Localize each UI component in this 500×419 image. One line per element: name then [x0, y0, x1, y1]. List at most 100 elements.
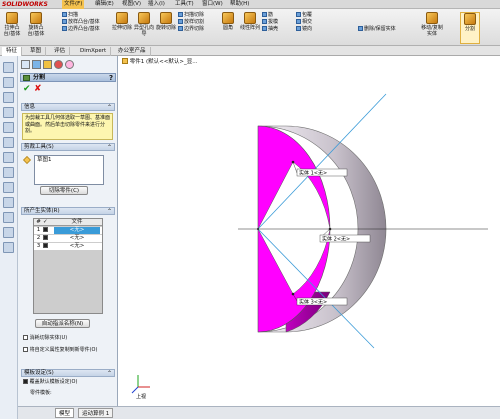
hole-wizard-button[interactable]: 异型孔向导	[134, 12, 154, 44]
extrude-cut-button[interactable]: 拉伸切除	[112, 12, 132, 44]
display-manager-icon[interactable]	[65, 60, 74, 69]
dimxpert-icon[interactable]	[54, 60, 63, 69]
move-copy-icon	[426, 12, 438, 24]
shell-icon	[262, 26, 267, 31]
fillet-icon	[222, 12, 234, 24]
mirror-button[interactable]: 镜向	[296, 26, 356, 33]
revolve-icon	[30, 12, 42, 24]
boundary-cut-button[interactable]: 边界切除	[178, 26, 218, 33]
sweep-button[interactable]: 扫描	[62, 12, 112, 19]
menu-edit[interactable]: 编辑(E)	[95, 0, 114, 9]
auto-assign-names-button[interactable]: 自动指派名称(N)	[35, 319, 90, 328]
linear-pattern-button[interactable]: 线性阵列	[240, 12, 260, 44]
strip-icon-11[interactable]	[3, 212, 14, 223]
message-box: 为剪裁工具几何体选取一草图、基准面或曲面。然后单击切除零件来进行分割。	[22, 113, 113, 140]
tools-section-header[interactable]: 剪裁工具(S) ⌃	[21, 143, 115, 151]
intersect-icon	[296, 19, 301, 24]
ok-icon[interactable]: ✔	[23, 85, 31, 94]
body-checkbox[interactable]	[43, 227, 48, 232]
loft-cut-icon	[178, 19, 183, 24]
mirror-icon	[296, 26, 301, 31]
message-section-header[interactable]: 信息 ⌃	[21, 103, 115, 111]
split-feature-icon	[23, 75, 30, 81]
sweep-cut-button[interactable]: 扫描切除	[178, 12, 218, 19]
strip-icon-7[interactable]	[3, 152, 14, 163]
collapse-icon: ⌃	[106, 208, 112, 215]
move-copy-body-button[interactable]: 移动/复制实体	[420, 12, 444, 44]
tab-office[interactable]: 办公室产品	[114, 47, 151, 56]
app-logo: SOLIDWORKS	[2, 1, 48, 8]
revolve-boss-button[interactable]: 旋转凸台/基体	[26, 12, 46, 44]
tab-evaluate[interactable]: 评估	[50, 47, 71, 56]
strip-icon-2[interactable]	[3, 77, 14, 88]
menu-insert[interactable]: 插入(I)	[148, 0, 165, 9]
boundary-cut-icon	[178, 26, 183, 31]
hole-icon	[138, 12, 150, 24]
model-viewport[interactable]: 实体 1<无> 实体 2<无> 实体 3<无> 上视	[118, 56, 500, 406]
strip-icon-10[interactable]	[3, 197, 14, 208]
revolve-cut-button[interactable]: 旋转切除	[156, 12, 176, 44]
body-checkbox[interactable]	[43, 235, 48, 240]
template-section-header[interactable]: 模板设定(S) ⌃	[21, 369, 115, 377]
menu-view[interactable]: 视图(V)	[122, 0, 141, 9]
tab-model[interactable]: 模型	[55, 408, 75, 418]
strip-icon-12[interactable]	[3, 227, 14, 238]
delete-body-button[interactable]: 删除/保留实体	[358, 26, 408, 33]
draft-button[interactable]: 拔模	[262, 19, 296, 26]
property-manager-icon[interactable]	[32, 60, 41, 69]
trim-tools-list[interactable]: 草图1	[34, 155, 104, 185]
menu-window[interactable]: 窗口(W)	[202, 0, 223, 9]
consume-cut-bodies-option[interactable]: 消耗切除实体(U)	[23, 335, 67, 342]
loft-cut-button[interactable]: 放样切割	[178, 19, 218, 26]
tab-motion-study[interactable]: 运动算例 1	[78, 408, 114, 418]
extrude-boss-button[interactable]: 拉伸凸台/基体	[2, 12, 22, 44]
propagate-properties-option[interactable]: 将自定义属性复制到新零件(O)	[23, 347, 113, 354]
table-row[interactable]: 1 <无>	[34, 227, 102, 234]
menu-help[interactable]: 帮助(H)	[230, 0, 249, 9]
strip-icon-5[interactable]	[3, 122, 14, 133]
strip-icon-13[interactable]	[3, 242, 14, 253]
body-checkbox[interactable]	[43, 243, 48, 248]
help-icon[interactable]: ?	[109, 74, 113, 82]
override-checkbox[interactable]	[23, 379, 28, 384]
strip-icon-4[interactable]	[3, 107, 14, 118]
strip-icon-9[interactable]	[3, 182, 14, 193]
consume-checkbox[interactable]	[23, 335, 28, 340]
extrude-cut-icon	[116, 12, 128, 24]
boundary-button[interactable]: 边界凸台/基体	[62, 26, 112, 33]
strip-icon-1[interactable]	[3, 62, 14, 73]
resulting-bodies-table[interactable]: # ✓ 文件 1 <无> 2 <无> 3 <无>	[33, 218, 103, 314]
tool-item[interactable]: 草图1	[35, 156, 103, 165]
sweep-cut-icon	[178, 12, 183, 17]
bodies-section-header[interactable]: 所产生实体(R) ⌃	[21, 207, 115, 215]
loft-button[interactable]: 放样凸台/基体	[62, 19, 112, 26]
part-template-label: 零件模板:	[30, 390, 52, 396]
propagate-checkbox[interactable]	[23, 347, 28, 352]
strip-icon-3[interactable]	[3, 92, 14, 103]
override-template-option[interactable]: 覆盖默认模板设定(O)	[23, 379, 77, 386]
shell-button[interactable]: 抽壳	[262, 26, 296, 33]
table-row[interactable]: 3 <无>	[34, 243, 102, 250]
strip-icon-6[interactable]	[3, 137, 14, 148]
cut-part-button[interactable]: 切除零件(C)	[40, 186, 88, 195]
tab-dimxpert[interactable]: DimXpert	[76, 47, 112, 56]
table-row[interactable]: 2 <无>	[34, 235, 102, 242]
collapse-icon: ⌃	[106, 144, 112, 151]
menu-file[interactable]: 文件(F)	[62, 0, 85, 9]
strip-icon-8[interactable]	[3, 167, 14, 178]
wrap-button[interactable]: 包覆	[296, 12, 356, 19]
tab-sketch[interactable]: 草图	[26, 47, 47, 56]
ribbon-group-5: 删除/保留实体	[358, 12, 408, 33]
intersect-button[interactable]: 相交	[296, 19, 356, 26]
ribbon-group-1: 扫描 放样凸台/基体 边界凸台/基体	[62, 12, 112, 33]
config-manager-icon[interactable]	[43, 60, 52, 69]
feature-tree-icon[interactable]	[21, 60, 30, 69]
menu-tools[interactable]: 工具(T)	[175, 0, 194, 9]
rib-button[interactable]: 筋	[262, 12, 296, 19]
split-button[interactable]: 分割	[460, 12, 480, 44]
tab-features[interactable]: 特征	[2, 47, 23, 56]
rib-icon	[262, 12, 267, 17]
cancel-icon[interactable]: ✘	[34, 85, 42, 94]
view-orientation-label: 上视	[136, 393, 146, 400]
fillet-button[interactable]: 圆角	[218, 12, 238, 44]
